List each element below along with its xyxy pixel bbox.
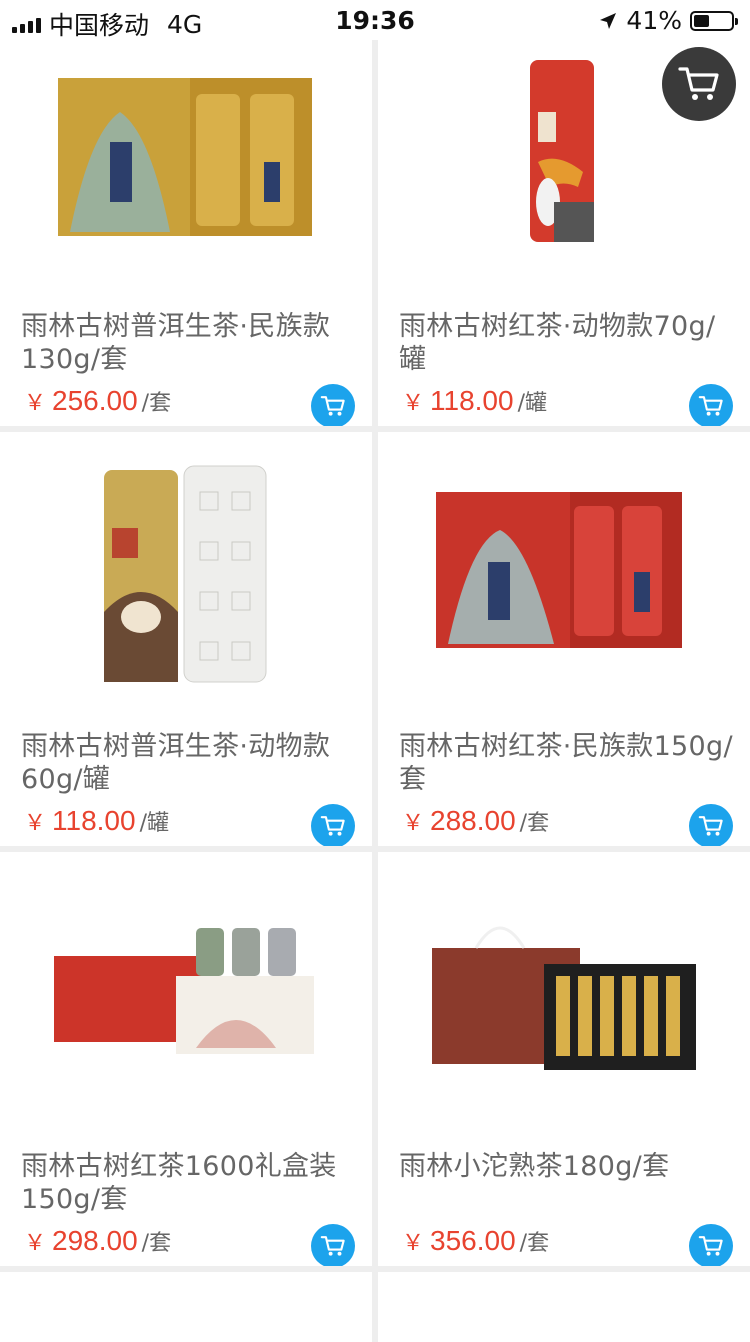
currency-symbol: ￥ (24, 1230, 47, 1255)
floating-cart-button[interactable] (662, 47, 736, 121)
price-unit: /罐 (517, 391, 547, 416)
price-unit: /套 (519, 1231, 550, 1256)
price-value: 298.00 (52, 1225, 138, 1256)
price-value: 118.00 (52, 805, 136, 836)
product-card[interactable]: 雨林古树普洱生茶·民族款130g/套 ￥ 256.00 /套 (0, 12, 372, 426)
price-value: 288.00 (430, 805, 516, 836)
status-bar: 中国移动 4G 19:36 41% (0, 0, 750, 40)
cart-icon (320, 816, 345, 836)
product-price: ￥ 288.00 /套 (402, 805, 549, 837)
add-to-cart-button[interactable] (311, 1224, 355, 1266)
product-card-partial[interactable] (378, 1272, 750, 1342)
product-image (0, 852, 372, 1122)
add-to-cart-button[interactable] (689, 384, 733, 426)
currency-symbol: ￥ (402, 1230, 425, 1255)
product-title[interactable]: 雨林古树普洱生茶·民族款130g/套 (21, 310, 356, 376)
cart-icon (698, 1236, 723, 1256)
price-unit: /套 (141, 391, 172, 416)
product-image (0, 432, 372, 702)
cart-icon (678, 67, 719, 100)
add-to-cart-button[interactable] (311, 384, 355, 426)
product-title[interactable]: 雨林小沱熟茶180g/套 (399, 1150, 734, 1183)
price-unit: /套 (141, 1231, 172, 1256)
currency-symbol: ￥ (402, 810, 425, 835)
product-image (378, 432, 750, 702)
product-title[interactable]: 雨林古树红茶1600礼盒装150g/套 (21, 1150, 356, 1216)
add-to-cart-button[interactable] (311, 804, 355, 846)
product-price: ￥ 298.00 /套 (24, 1225, 171, 1257)
product-title[interactable]: 雨林古树红茶·动物款70g/罐 (399, 310, 734, 376)
price-value: 256.00 (52, 385, 138, 416)
add-to-cart-button[interactable] (689, 1224, 733, 1266)
cart-icon (320, 1236, 345, 1256)
price-value: 356.00 (430, 1225, 516, 1256)
product-card-partial[interactable] (0, 1272, 372, 1342)
currency-symbol: ￥ (24, 390, 47, 415)
product-title[interactable]: 雨林古树普洱生茶·动物款60g/罐 (21, 730, 356, 796)
price-value: 118.00 (430, 385, 514, 416)
price-unit: /罐 (139, 811, 169, 836)
currency-symbol: ￥ (24, 810, 47, 835)
product-image (0, 12, 372, 282)
add-to-cart-button[interactable] (689, 804, 733, 846)
product-price: ￥ 256.00 /套 (24, 385, 171, 417)
price-unit: /套 (519, 811, 550, 836)
product-image (378, 852, 750, 1122)
battery-icon (690, 10, 738, 31)
product-title[interactable]: 雨林古树红茶·民族款150g/套 (399, 730, 734, 796)
product-price: ￥ 356.00 /套 (402, 1225, 549, 1257)
location-arrow-icon (600, 12, 617, 29)
product-card[interactable]: 雨林古树红茶1600礼盒装150g/套 ￥ 298.00 /套 (0, 852, 372, 1266)
product-price: ￥ 118.00 /罐 (24, 805, 169, 837)
battery-percent: 41% (626, 6, 682, 35)
product-price: ￥ 118.00 /罐 (402, 385, 547, 417)
cart-icon (698, 816, 723, 836)
product-card[interactable]: 雨林古树红茶·民族款150g/套 ￥ 288.00 /套 (378, 432, 750, 846)
product-card[interactable]: 雨林小沱熟茶180g/套 ￥ 356.00 /套 (378, 852, 750, 1266)
currency-symbol: ￥ (402, 390, 425, 415)
product-card[interactable]: 雨林古树普洱生茶·动物款60g/罐 ￥ 118.00 /罐 (0, 432, 372, 846)
cart-icon (320, 396, 345, 416)
cart-icon (698, 396, 723, 416)
